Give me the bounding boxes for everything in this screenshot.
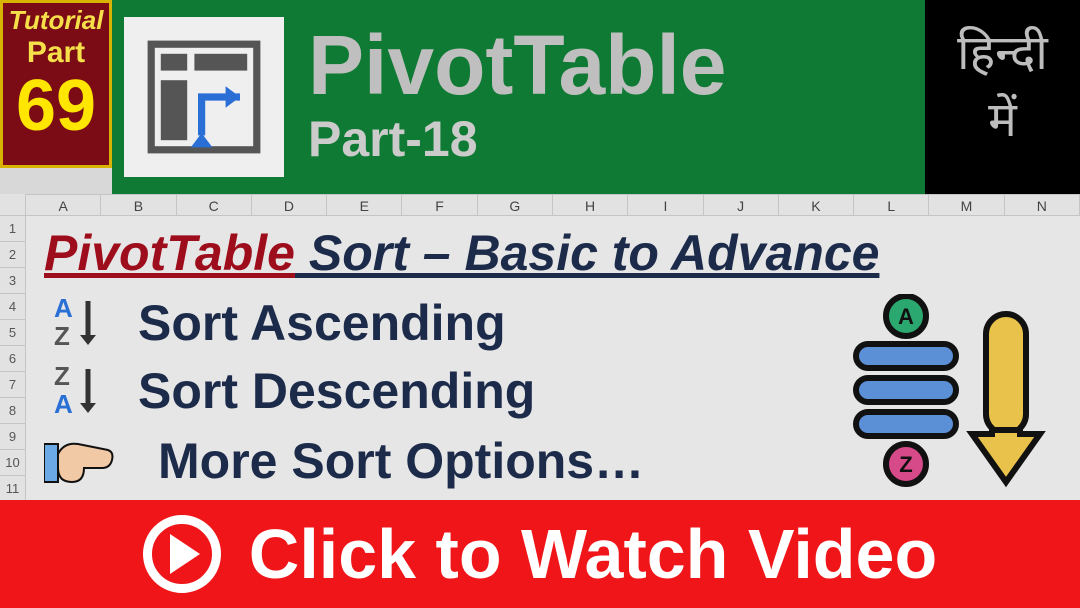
column-header: I xyxy=(628,195,703,216)
hindi-line2: में xyxy=(925,91,1080,158)
tutorial-part-badge: Tutorial Part 69 xyxy=(0,0,112,168)
sort-graphic-icon: A Z xyxy=(846,294,1056,494)
row-header: 7 xyxy=(0,372,25,398)
row-header: 8 xyxy=(0,398,25,424)
bullet1-text: Sort Ascending xyxy=(138,294,506,352)
row-header: 5 xyxy=(0,320,25,346)
column-header: K xyxy=(779,195,854,216)
watch-video-cta[interactable]: Click to Watch Video xyxy=(0,500,1080,608)
heading-highlight: PivotTable xyxy=(44,225,295,281)
column-header: D xyxy=(252,195,327,216)
column-headers: ABCDEFGHIJKLMN xyxy=(26,194,1080,216)
column-header: E xyxy=(327,195,402,216)
row-header: 11 xyxy=(0,476,25,502)
row-header: 3 xyxy=(0,268,25,294)
bullet-sort-ascending: A Z Sort Ascending xyxy=(44,294,506,352)
svg-text:Z: Z xyxy=(899,452,912,477)
row-header: 2 xyxy=(0,242,25,268)
column-header: L xyxy=(854,195,929,216)
row-header: 1 xyxy=(0,216,25,242)
column-header: N xyxy=(1005,195,1080,216)
bullet2-text: Sort Descending xyxy=(138,362,535,420)
svg-text:Z: Z xyxy=(54,363,70,391)
column-header: F xyxy=(402,195,477,216)
bullet-sort-descending: Z A Sort Descending xyxy=(44,362,535,420)
column-header: J xyxy=(704,195,779,216)
svg-text:A: A xyxy=(54,389,73,419)
banner-title: PivotTable xyxy=(308,26,727,106)
pointing-hand-icon xyxy=(44,436,114,486)
bullet3-text: More Sort Options… xyxy=(158,432,644,490)
slide-heading: PivotTable Sort – Basic to Advance xyxy=(44,224,879,282)
svg-text:A: A xyxy=(898,304,914,329)
column-header: A xyxy=(26,195,101,216)
title-banner: PivotTable Part-18 xyxy=(112,0,925,194)
column-header: C xyxy=(177,195,252,216)
row-header: 9 xyxy=(0,424,25,450)
row-header: 10 xyxy=(0,450,25,476)
row-header: 6 xyxy=(0,346,25,372)
play-icon xyxy=(143,515,221,593)
heading-rest: Sort – Basic to Advance xyxy=(295,225,879,281)
row-header: 4 xyxy=(0,294,25,320)
pivottable-icon xyxy=(124,17,284,177)
top-banner: Tutorial Part 69 PivotTable Part-18 हिन्… xyxy=(0,0,1080,194)
column-header: M xyxy=(929,195,1004,216)
language-badge: हिन्दी में xyxy=(925,0,1080,194)
svg-text:Z: Z xyxy=(54,321,70,351)
cta-label: Click to Watch Video xyxy=(249,514,937,594)
banner-text: PivotTable Part-18 xyxy=(308,26,727,168)
badge-line1: Tutorial xyxy=(3,5,109,36)
banner-subtitle: Part-18 xyxy=(308,110,727,168)
badge-number: 69 xyxy=(3,74,109,139)
badge-line2: Part xyxy=(3,36,109,70)
column-header: G xyxy=(478,195,553,216)
sort-za-icon: Z A xyxy=(44,363,114,419)
spreadsheet-backdrop: 1234567891011 ABCDEFGHIJKLMN PivotTable … xyxy=(0,194,1080,514)
column-header: B xyxy=(101,195,176,216)
sort-az-icon: A Z xyxy=(44,295,114,351)
column-header: H xyxy=(553,195,628,216)
row-header xyxy=(0,194,25,216)
hindi-line1: हिन्दी xyxy=(925,24,1080,91)
bullet-more-options: More Sort Options… xyxy=(44,432,644,490)
row-headers: 1234567891011 xyxy=(0,194,26,502)
svg-text:A: A xyxy=(54,295,73,323)
